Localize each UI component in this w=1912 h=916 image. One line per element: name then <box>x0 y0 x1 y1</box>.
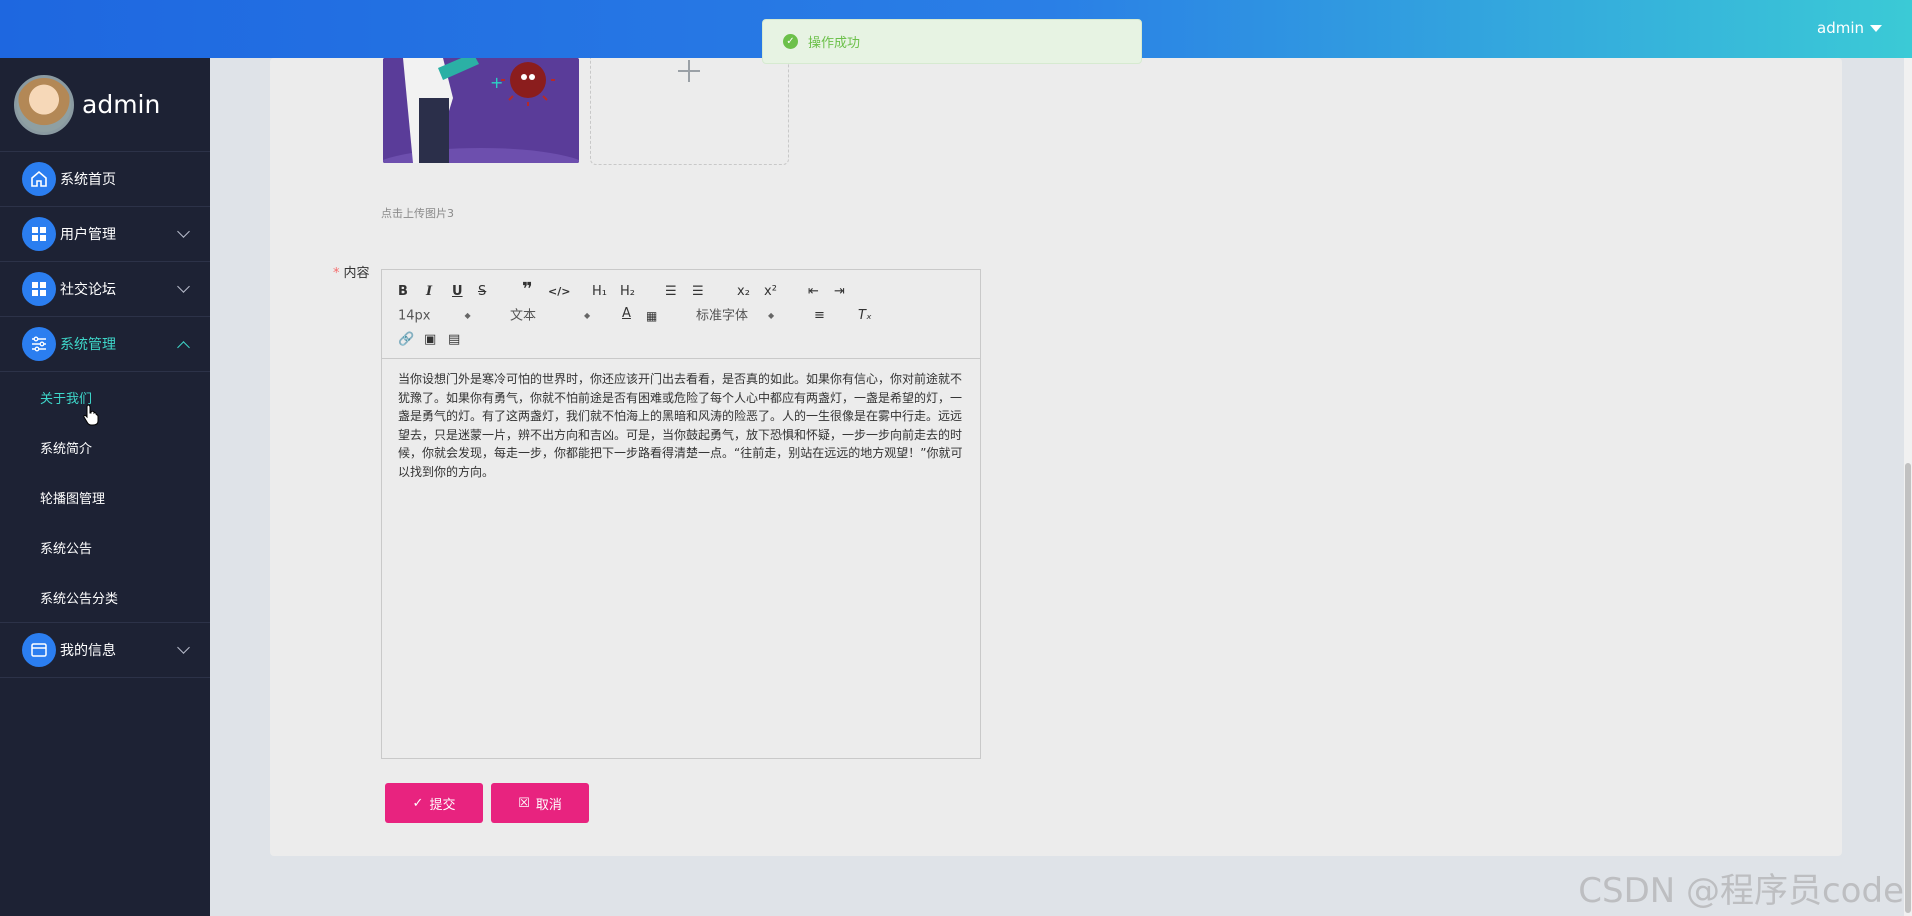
submenu-item-notice-category[interactable]: 系统公告分类 <box>0 572 210 622</box>
select-arrows-icon: ◆ <box>584 311 591 320</box>
video-icon[interactable]: ▤ <box>448 332 460 348</box>
header-select[interactable]: 文本 ◆ <box>510 308 590 325</box>
sidebar-item-forum[interactable]: 社交论坛 <box>0 262 210 317</box>
submenu-item-about-us[interactable]: 关于我们 <box>0 372 210 422</box>
chevron-down-icon <box>177 225 190 238</box>
page-scrollbar[interactable] <box>1904 58 1912 916</box>
chevron-up-icon <box>177 341 190 354</box>
sidebar-item-label: 系统首页 <box>60 172 116 188</box>
required-mark: * <box>333 266 340 281</box>
close-box-icon: ☒ <box>518 795 530 811</box>
home-icon <box>22 162 56 196</box>
cancel-label: 取消 <box>535 797 562 813</box>
uploaded-image-thumbnail[interactable]: + <box>383 58 579 163</box>
link-icon[interactable]: 🔗 <box>398 332 414 348</box>
sidebar-profile: admin <box>0 58 210 152</box>
font-color-icon[interactable]: A <box>622 306 631 322</box>
font-family-value: 标准字体 <box>696 308 749 324</box>
editor-content[interactable]: 当你设想门外是寒冷可怕的世界时，你还应该开门出去看看，是否真的如此。如果你有信心… <box>382 359 980 492</box>
italic-icon[interactable]: I <box>426 284 432 300</box>
clear-format-icon[interactable]: Tₓ <box>858 308 872 324</box>
sliders-icon <box>22 327 56 361</box>
chevron-down-icon <box>177 280 190 293</box>
ordered-list-icon[interactable]: ☰ <box>665 284 677 300</box>
header-select-value: 文本 <box>510 308 537 324</box>
upload-tip: 点击上传图片3 <box>381 207 454 220</box>
editor-toolbar: B I U S ❞ </> H₁ H₂ ☰ ☰ x₂ x² ⇤ ⇥ 14px ◆ … <box>382 270 980 359</box>
check-circle-icon: ✓ <box>783 34 798 49</box>
success-toast: ✓ 操作成功 <box>762 19 1142 64</box>
sidebar-item-system-management[interactable]: 系统管理 <box>0 317 210 372</box>
watermark: CSDN @程序员code <box>1578 871 1904 911</box>
submit-label: 提交 <box>429 797 456 813</box>
user-dropdown[interactable]: admin <box>1817 19 1882 37</box>
heading2-icon[interactable]: H₂ <box>620 284 635 300</box>
submenu-item-notice[interactable]: 系统公告 <box>0 522 210 572</box>
image-icon[interactable]: ▣ <box>424 332 436 348</box>
align-icon[interactable]: ≡ <box>814 308 825 324</box>
chevron-down-icon <box>177 641 190 654</box>
subscript-icon[interactable]: x₂ <box>737 284 750 300</box>
strikethrough-icon[interactable]: S <box>478 284 486 300</box>
submenu-item-system-intro[interactable]: 系统简介 <box>0 422 210 472</box>
select-arrows-icon: ◆ <box>768 311 775 320</box>
system-management-submenu: 关于我们 系统简介 轮播图管理 系统公告 系统公告分类 <box>0 372 210 623</box>
blockquote-icon[interactable]: ❞ <box>522 281 533 299</box>
font-family-select[interactable]: 标准字体 ◆ <box>696 308 774 325</box>
superscript-icon[interactable]: x² <box>764 284 777 300</box>
plus-icon <box>676 58 702 84</box>
sidebar-item-label: 我的信息 <box>60 643 116 659</box>
sidebar-item-user-management[interactable]: 用户管理 <box>0 207 210 262</box>
rich-text-editor: B I U S ❞ </> H₁ H₂ ☰ ☰ x₂ x² ⇤ ⇥ 14px ◆ … <box>381 269 981 759</box>
svg-text:+: + <box>490 73 503 92</box>
background-color-icon[interactable]: ▦ <box>646 308 657 324</box>
sidebar-item-my-info[interactable]: 我的信息 <box>0 623 210 678</box>
grid-icon <box>22 272 56 306</box>
content-label-text: 内容 <box>343 266 370 281</box>
check-icon: ✓ <box>412 795 424 811</box>
submenu-item-carousel[interactable]: 轮播图管理 <box>0 472 210 522</box>
sidebar-item-home[interactable]: 系统首页 <box>0 152 210 207</box>
toast-message: 操作成功 <box>808 36 861 51</box>
doctor-virus-illustration: + <box>383 58 579 163</box>
underline-icon[interactable]: U <box>452 284 463 300</box>
content-label: * 内容 <box>333 262 370 281</box>
heading1-icon[interactable]: H₁ <box>592 284 607 300</box>
hand-cursor-icon <box>83 404 99 426</box>
submit-button[interactable]: ✓ 提交 <box>385 783 483 823</box>
font-size-select[interactable]: 14px ◆ <box>398 308 471 325</box>
grid-icon <box>22 217 56 251</box>
font-size-value: 14px <box>398 308 431 324</box>
select-arrows-icon: ◆ <box>464 311 471 320</box>
header-username: admin <box>1817 19 1864 37</box>
sidebar: admin 系统首页 用户管理 社交论坛 系统管理 关于我们 系统简介 轮播图管… <box>0 58 210 916</box>
scrollbar-thumb[interactable] <box>1905 463 1911 913</box>
outdent-icon[interactable]: ⇤ <box>808 284 819 300</box>
avatar <box>14 74 74 135</box>
card-icon <box>22 633 56 667</box>
cancel-button[interactable]: ☒ 取消 <box>491 783 589 823</box>
sidebar-item-label: 系统管理 <box>60 337 116 353</box>
sidebar-item-label: 社交论坛 <box>60 282 116 298</box>
indent-icon[interactable]: ⇥ <box>834 284 845 300</box>
code-block-icon[interactable]: </> <box>548 284 570 300</box>
bold-icon[interactable]: B <box>398 284 408 300</box>
caret-down-icon <box>1870 24 1882 32</box>
bullet-list-icon[interactable]: ☰ <box>692 284 704 300</box>
sidebar-item-label: 用户管理 <box>60 227 116 243</box>
profile-name: admin <box>82 90 161 119</box>
